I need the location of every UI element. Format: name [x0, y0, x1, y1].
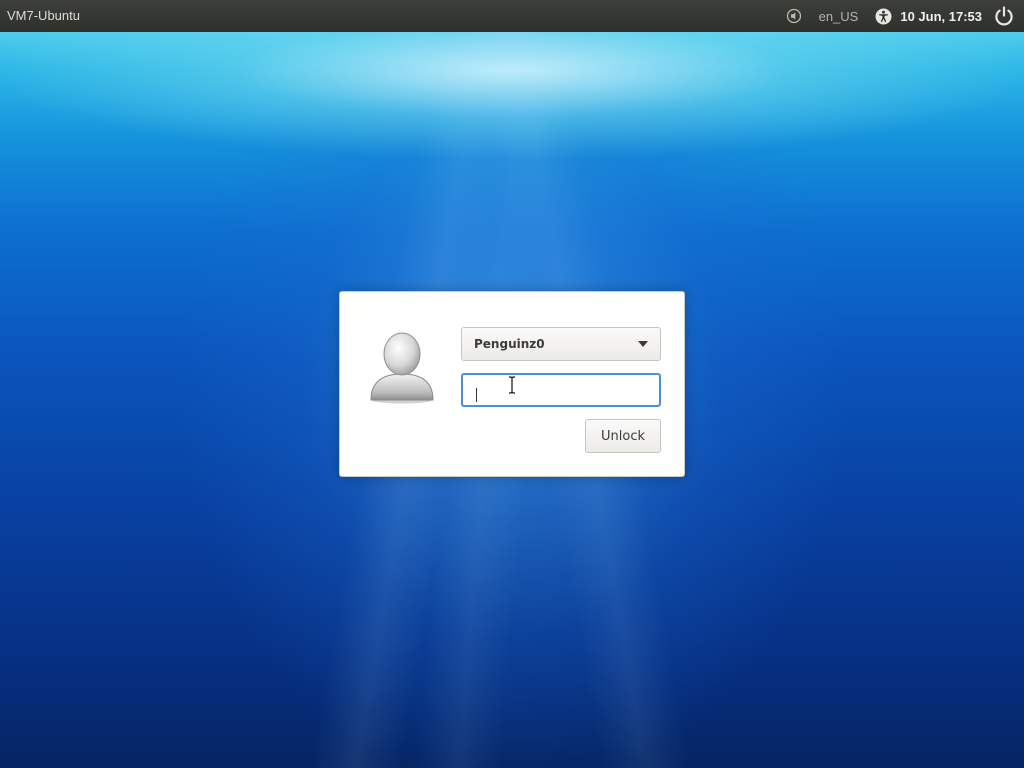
clock-datetime[interactable]: 10 Jun, 17:53 [900, 9, 982, 24]
power-icon[interactable] [992, 5, 1016, 27]
top-panel: VM7-Ubuntu en_US 10 Jun, 17:53 [0, 0, 1024, 32]
password-input[interactable] [461, 373, 661, 407]
unlock-button[interactable]: Unlock [585, 419, 661, 453]
hostname-label: VM7-Ubuntu [7, 8, 80, 23]
selected-user-label: Penguinz0 [474, 337, 545, 351]
mouse-ibeam-cursor-icon [508, 376, 516, 394]
chevron-down-icon [638, 341, 648, 347]
user-select-dropdown[interactable]: Penguinz0 [461, 327, 661, 361]
unlock-dialog: Penguinz0 Unlock [339, 291, 685, 477]
panel-indicators: en_US 10 Jun, 17:53 [785, 0, 1016, 32]
user-avatar-icon [368, 330, 436, 404]
accessibility-icon[interactable] [874, 8, 892, 25]
sound-icon[interactable] [785, 8, 803, 24]
keyboard-layout-indicator[interactable]: en_US [819, 9, 859, 24]
text-caret [476, 388, 477, 402]
